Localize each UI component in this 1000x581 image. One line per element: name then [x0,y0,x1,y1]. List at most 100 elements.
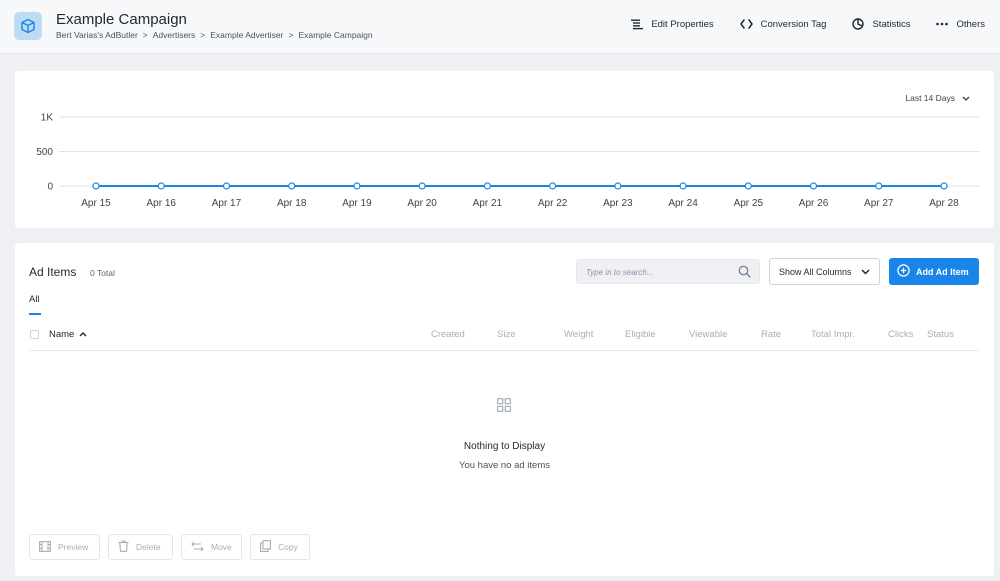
column-viewable[interactable]: Viewable [689,329,727,340]
x-tick-label: Apr 16 [146,198,176,209]
move-label: Move [211,542,232,552]
data-point [157,182,165,190]
x-tick-label: Apr 17 [212,198,242,209]
data-point [744,182,752,190]
empty-state-subtitle: You have no ad items [458,460,551,471]
column-status[interactable]: Status [927,329,954,340]
column-clicks[interactable]: Clicks [888,329,913,340]
x-tick-label: Apr 18 [277,198,307,209]
preview-button[interactable]: Preview [29,534,100,560]
data-point [549,182,557,190]
x-tick-label: Apr 21 [473,198,503,209]
pie-chart-icon [852,18,865,30]
x-tick-label: Apr 22 [538,198,568,209]
code-icon [739,19,753,29]
data-point [875,182,883,190]
empty-grid-icon [497,398,511,417]
breadcrumb-separator: > [288,30,294,40]
search-input[interactable] [586,264,736,280]
film-icon [39,540,51,554]
data-point [418,182,426,190]
search-box [576,259,760,284]
tab-all[interactable]: All [29,294,40,305]
x-tick-label: Apr 28 [929,198,959,209]
column-created[interactable]: Created [431,329,465,340]
y-tick-label: 500 [36,147,53,158]
ad-items-card: Ad Items 0 Total Show All Columns Add Ad… [15,243,994,576]
breadcrumb-item-account[interactable]: Bert Varias's AdButler [56,30,138,40]
data-point [940,182,948,190]
move-button[interactable]: Move [181,534,242,560]
edit-properties-label: Edit Properties [651,18,714,30]
x-tick-label: Apr 27 [864,198,894,209]
page-header: Example Campaign Bert Varias's AdButler … [0,0,1000,54]
column-name-sort[interactable]: Name [49,329,87,340]
add-ad-item-button[interactable]: Add Ad Item [889,258,979,285]
show-all-columns-dropdown[interactable]: Show All Columns [769,258,880,285]
y-tick-label: 0 [47,182,53,193]
conversion-tag-button[interactable]: Conversion Tag [739,18,827,30]
breadcrumb-item-campaign: Example Campaign [298,30,373,40]
data-point [222,182,231,190]
x-tick-label: Apr 24 [668,198,698,209]
others-menu-button[interactable]: Others [936,19,985,30]
breadcrumb-separator: > [142,30,148,40]
add-ad-item-label: Add Ad Item [916,266,969,277]
header-actions: Edit Properties Conversion Tag Statistic… [631,18,985,30]
trash-icon [118,540,129,554]
x-tick-label: Apr 15 [81,198,111,209]
data-point [483,182,491,190]
statistics-button[interactable]: Statistics [852,18,910,30]
statistics-label: Statistics [872,18,911,30]
y-tick-label: 1K [41,113,54,124]
table-header: Name Created Size Weight Eligible Viewab… [29,321,979,351]
breadcrumb-item-advertiser[interactable]: Example Advertiser [210,30,283,40]
active-tab-indicator [29,313,41,315]
others-label: Others [956,18,985,30]
x-tick-label: Apr 20 [407,198,437,209]
column-rate[interactable]: Rate [761,329,781,340]
chevron-up-icon [79,329,87,340]
column-eligible[interactable]: Eligible [625,329,656,340]
search-icon[interactable] [738,265,751,283]
x-tick-label: Apr 26 [799,198,829,209]
breadcrumb-item-advertisers[interactable]: Advertisers [153,30,196,40]
edit-lines-icon [631,19,644,30]
move-arrows-icon [191,541,204,554]
data-point [288,182,296,190]
data-point [353,182,361,190]
campaign-cube-icon [14,12,42,40]
data-point [679,182,687,190]
copy-label: Copy [278,542,298,552]
column-weight[interactable]: Weight [564,329,593,340]
empty-state-title: Nothing to Display [463,441,546,452]
x-tick-label: Apr 25 [734,198,764,209]
conversion-tag-label: Conversion Tag [760,18,827,30]
bulk-actions: Preview Delete Move Copy [29,534,310,560]
data-point [809,182,818,190]
column-size[interactable]: Size [497,329,515,340]
edit-properties-button[interactable]: Edit Properties [631,18,714,30]
breadcrumb: Bert Varias's AdButler > Advertisers > E… [56,30,373,40]
x-tick-label: Apr 23 [603,198,633,209]
ad-items-count: 0 Total [90,268,115,278]
column-name-label: Name [49,329,75,340]
x-tick-label: Apr 19 [342,198,372,209]
data-point [614,182,622,190]
data-point [92,182,100,190]
stats-chart-card: Last 14 Days 0 500 1K Apr 15 Apr 16 Apr 17 Apr… [15,71,994,228]
page-title: Example Campaign [56,11,187,28]
select-all-checkbox[interactable] [30,330,39,339]
copy-icon [260,540,271,554]
preview-label: Preview [58,542,89,552]
show-all-columns-label: Show All Columns [779,266,852,277]
line-chart: 0 500 1K Apr 15 Apr 16 Apr 17 Apr 18 Apr 19 Apr … [36,113,979,209]
plus-circle-icon [897,264,910,279]
chevron-down-icon [861,267,870,277]
copy-button[interactable]: Copy [250,534,310,560]
breadcrumb-separator: > [200,30,206,40]
column-total-impr[interactable]: Total Impr. [811,329,855,340]
delete-button[interactable]: Delete [108,534,173,560]
ad-items-title: Ad Items [29,265,77,279]
delete-label: Delete [136,542,161,552]
